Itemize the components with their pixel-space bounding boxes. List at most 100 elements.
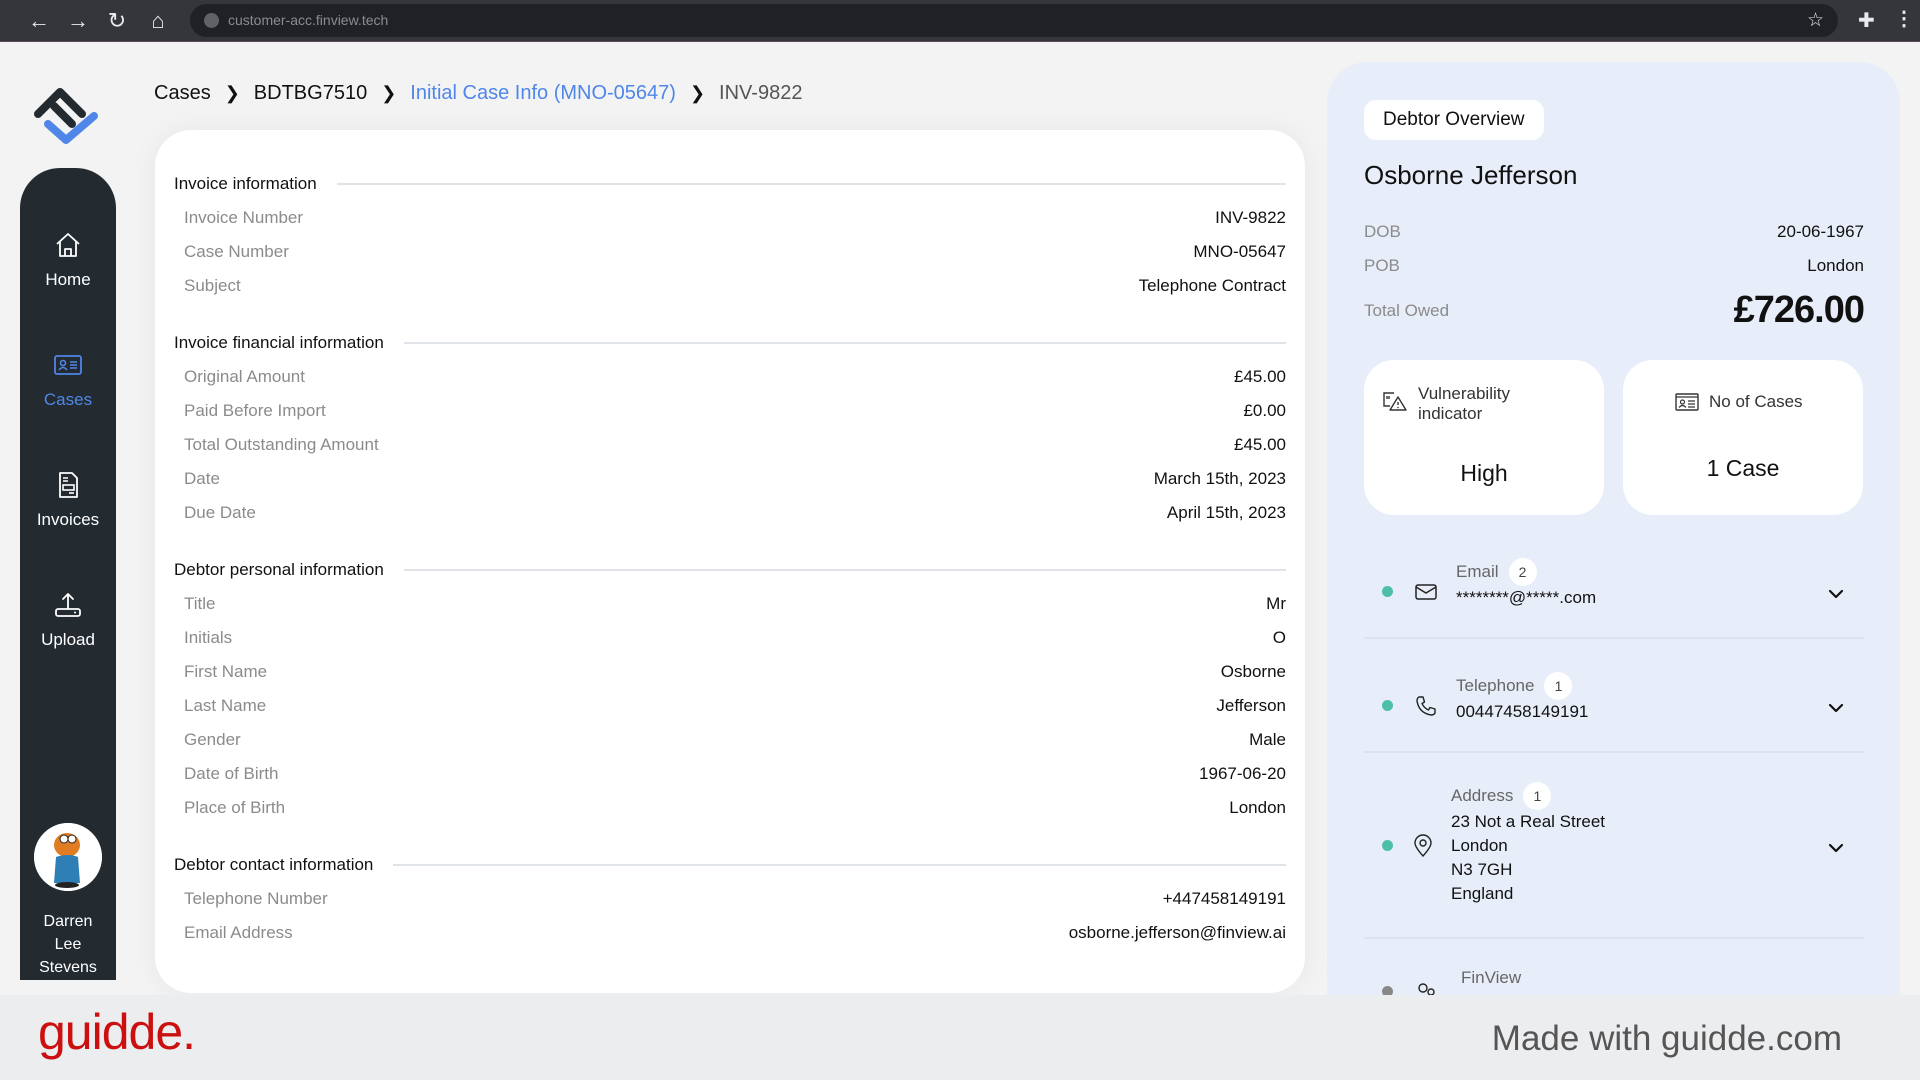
divider <box>403 342 1286 344</box>
address-value: 23 Not a Real Street London N3 7GH Engla… <box>1451 812 1606 903</box>
browser-menu-icon[interactable]: ⋮ <box>1894 6 1914 31</box>
chevron-right-icon: ❯ <box>381 83 397 103</box>
vulnerability-warning-icon <box>1383 392 1407 411</box>
field-row: Total Outstanding Amount £45.00 <box>184 435 1286 454</box>
chevron-right-icon: ❯ <box>689 83 706 103</box>
no-of-cases-card[interactable]: No of Cases 1 Case <box>1623 360 1863 515</box>
field-row: Case Number MNO-05647 <box>184 242 1286 261</box>
sidebar-item-home[interactable]: Home <box>20 230 116 290</box>
field-row: Original Amount £45.00 <box>184 367 1286 386</box>
total-owed-amount: £726.00 <box>1733 289 1865 331</box>
sidebar-item-label: Cases <box>43 390 93 409</box>
user-avatar[interactable] <box>34 823 102 891</box>
field-row: Subject Telephone Contract <box>184 276 1286 295</box>
finview-logo[interactable] <box>30 84 102 148</box>
field-row: First Name Osborne <box>184 662 1286 681</box>
upload-icon <box>55 593 81 617</box>
total-owed-row: Total Owed £726.00 <box>1364 289 1865 331</box>
extensions-puzzle-icon[interactable]: ✚ <box>1858 8 1875 33</box>
count-badge: 1 <box>1544 672 1573 700</box>
chevron-down-icon[interactable] <box>1826 698 1846 718</box>
sidebar: Home Cases Invoices Upload Darren Lee St… <box>20 168 116 980</box>
masked-email: ********@*****.com <box>1456 588 1597 607</box>
vulnerability-card[interactable]: Vulnerability indicator High <box>1364 360 1604 515</box>
breadcrumb-initial-case-info[interactable]: Initial Case Info (MNO-05647) <box>410 82 676 105</box>
debtor-overview-panel: Debtor Overview Osborne Jefferson DOB 20… <box>1327 62 1900 995</box>
divider <box>1364 751 1864 753</box>
location-pin-icon <box>1414 834 1432 858</box>
count-badge: 1 <box>1523 782 1552 810</box>
sidebar-item-upload[interactable]: Upload <box>20 590 116 650</box>
field-row: Paid Before Import £0.00 <box>184 401 1286 420</box>
debtor-name: Osborne Jefferson <box>1364 160 1578 190</box>
contact-address[interactable]: Address 1 23 Not a Real Street London N3… <box>1364 780 1864 930</box>
envelope-icon <box>1415 584 1437 600</box>
section-invoice-information: Invoice information <box>174 174 1286 194</box>
field-row: Due Date April 15th, 2023 <box>184 503 1286 522</box>
made-with-guidde: Made with guidde.com <box>1491 1019 1842 1058</box>
contact-finview[interactable]: FinView <box>1364 962 1864 995</box>
field-row: Gender Male <box>184 730 1286 749</box>
id-card-icon <box>54 355 82 375</box>
section-debtor-contact-information: Debtor contact information <box>174 855 1286 875</box>
field-row: Place of Birth London <box>184 798 1286 817</box>
contact-email[interactable]: Email 2 ********@*****.com <box>1364 552 1864 642</box>
avatar-image <box>34 823 102 891</box>
guidde-footer: guidde. Made with guidde.com <box>0 995 1920 1080</box>
status-dot <box>1382 586 1393 597</box>
url-text[interactable]: customer-acc.finview.tech <box>228 12 388 28</box>
divider <box>1364 937 1864 939</box>
field-row: Invoice Number INV-9822 <box>184 208 1286 227</box>
forward-arrow-icon[interactable]: → <box>65 8 91 34</box>
sidebar-item-cases[interactable]: Cases <box>20 350 116 410</box>
status-dot <box>1382 700 1393 711</box>
chevron-down-icon[interactable] <box>1826 838 1846 858</box>
sidebar-item-label: Home <box>45 270 91 289</box>
field-row: Date of Birth 1967-06-20 <box>184 764 1286 783</box>
sidebar-item-label: Upload <box>41 630 95 649</box>
no-of-cases-value: 1 Case <box>1706 455 1780 481</box>
pob-row: POB London <box>1364 256 1864 275</box>
user-name[interactable]: Darren Lee Stevens <box>20 910 116 979</box>
bookmark-star-icon[interactable]: ☆ <box>1807 9 1824 32</box>
breadcrumb-cases[interactable]: Cases <box>154 82 211 105</box>
divider <box>336 183 1286 185</box>
field-row: Email Address osborne.jefferson@finview.a… <box>184 923 1286 942</box>
telephone-value: 00447458149191 <box>1456 702 1589 721</box>
back-arrow-icon[interactable]: ← <box>26 8 52 34</box>
sidebar-item-label: Invoices <box>36 510 100 529</box>
status-dot <box>1382 986 1393 995</box>
id-card-icon <box>1675 393 1699 411</box>
status-dot <box>1382 840 1393 851</box>
guidde-logo: guidde. <box>38 1004 196 1060</box>
chevron-down-icon[interactable] <box>1826 584 1846 604</box>
breadcrumb-current-invoice: INV-9822 <box>719 82 803 104</box>
breadcrumb: Cases ❯ BDTBG7510 ❯ Initial Case Info (M… <box>154 82 802 105</box>
sidebar-item-invoices[interactable]: Invoices <box>20 470 116 530</box>
contact-telephone[interactable]: Telephone 1 00447458149191 <box>1364 666 1864 756</box>
divider <box>393 864 1286 866</box>
field-row: Initials O <box>184 628 1286 647</box>
users-icon <box>1418 983 1435 995</box>
field-row: Telephone Number +447458149191 <box>184 889 1286 908</box>
breadcrumb-case-id[interactable]: BDTBG7510 <box>254 82 367 105</box>
count-badge: 2 <box>1508 558 1537 586</box>
invoice-icon <box>59 472 78 498</box>
divider <box>403 569 1286 571</box>
debtor-overview-tab[interactable]: Debtor Overview <box>1364 100 1544 140</box>
chevron-right-icon: ❯ <box>224 83 240 103</box>
address-bar[interactable]: customer-acc.finview.tech ☆ <box>190 4 1838 37</box>
phone-icon <box>1416 696 1436 716</box>
reload-icon[interactable]: ↻ <box>104 8 130 34</box>
field-row: Last Name Jefferson <box>184 696 1286 715</box>
invoice-details-card: Invoice information Invoice Number INV-98… <box>155 130 1305 993</box>
divider <box>1364 637 1864 639</box>
field-row: Title Mr <box>184 594 1286 613</box>
section-debtor-personal-information: Debtor personal information <box>174 560 1286 580</box>
section-invoice-financial-information: Invoice financial information <box>174 333 1286 353</box>
site-info-icon[interactable] <box>204 13 219 28</box>
dob-row: DOB 20-06-1967 <box>1364 222 1864 241</box>
browser-toolbar: ← → ↻ ⌂ customer-acc.finview.tech ☆ ✚ ⋮ <box>0 0 1920 42</box>
home-icon <box>56 233 80 257</box>
home-browser-icon[interactable]: ⌂ <box>145 8 171 34</box>
